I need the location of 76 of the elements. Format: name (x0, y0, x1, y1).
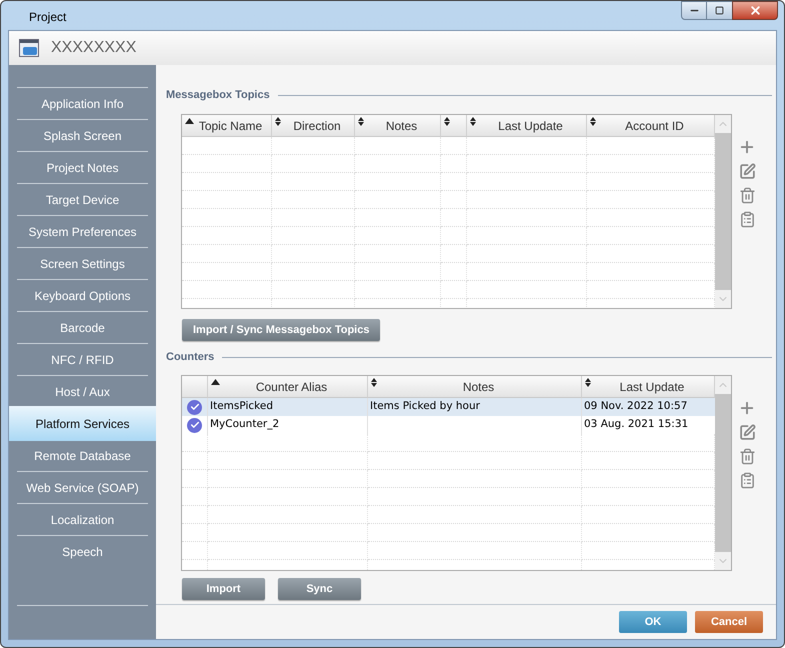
add-icon[interactable] (738, 138, 756, 156)
edit-icon[interactable] (738, 163, 756, 180)
empty-cell (441, 173, 467, 191)
column-header[interactable]: Notes (355, 115, 441, 137)
sidebar-item[interactable]: Speech (17, 536, 148, 567)
empty-cell (441, 245, 467, 263)
empty-cell (182, 488, 208, 506)
clipboard-icon[interactable] (738, 211, 756, 228)
clipboard-icon[interactable] (738, 472, 756, 490)
empty-cell (441, 227, 467, 245)
edit-icon[interactable] (738, 424, 756, 442)
check-icon (190, 420, 200, 430)
scrollbar-thumb[interactable] (715, 133, 731, 290)
empty-cell (441, 155, 467, 173)
column-header[interactable]: Last Update (467, 115, 587, 137)
column-header[interactable]: Topic Name (182, 115, 272, 137)
sidebar-item[interactable]: Screen Settings (17, 248, 148, 279)
empty-cell (441, 209, 467, 227)
table-cell-text: 03 Aug. 2021 15:31 (584, 417, 688, 432)
column-header[interactable]: Account ID (587, 115, 715, 137)
empty-cell (182, 452, 208, 470)
import-sync-button[interactable]: Import / Sync Messagebox Topics (182, 319, 380, 342)
sidebar-item[interactable]: Barcode (17, 312, 148, 343)
window-icon (19, 39, 39, 57)
empty-cell (182, 506, 208, 524)
checkbox[interactable] (187, 418, 202, 433)
header-title: XXXXXXXX (51, 38, 136, 58)
delete-icon[interactable] (738, 187, 756, 204)
sidebar-item[interactable]: Host / Aux (17, 376, 148, 407)
sidebar-item[interactable]: NFC / RFID (17, 344, 148, 375)
sidebar-item[interactable]: Web Service (SOAP) (17, 472, 148, 503)
sidebar-item[interactable]: Target Device (17, 184, 148, 215)
sidebar-item[interactable]: Platform Services (9, 406, 156, 441)
empty-cell (441, 263, 467, 281)
column-header[interactable]: Direction (272, 115, 355, 137)
table-cell-text: Items Picked by hour (370, 399, 480, 414)
empty-cell (182, 524, 208, 542)
scrollbar-thumb[interactable] (715, 394, 731, 552)
sidebar-item[interactable]: Application Info (17, 88, 148, 119)
sync-button[interactable]: Sync (278, 578, 361, 600)
empty-cell (441, 281, 467, 299)
check-icon (190, 402, 200, 412)
column-header[interactable]: Notes (368, 376, 582, 398)
sidebar-item[interactable]: Localization (17, 504, 148, 535)
cancel-button[interactable]: Cancel (695, 611, 763, 633)
empty-cell (182, 542, 208, 560)
table-cell-text: ItemsPicked (210, 399, 273, 414)
sidebar-item[interactable]: Project Notes (17, 152, 148, 183)
empty-cell (182, 434, 208, 452)
window-title: Project (29, 9, 66, 26)
sidebar-item[interactable]: Splash Screen (17, 120, 148, 151)
sidebar-item[interactable]: Remote Database (9, 440, 156, 471)
close-button[interactable] (732, 1, 778, 20)
table-cell-text: MyCounter_2 (210, 417, 280, 432)
column-header[interactable]: Counter Alias (208, 376, 368, 398)
import-button[interactable]: Import (182, 578, 265, 600)
empty-cell (182, 470, 208, 488)
minimize-button[interactable] (681, 1, 707, 20)
table-row[interactable]: ItemsPicked Items Picked by hour 09 Nov. 2022 10:57 (182, 398, 715, 416)
maximize-icon (715, 6, 724, 15)
column-header[interactable]: Last Update (582, 376, 715, 398)
close-icon (748, 4, 762, 17)
sidebar-item[interactable]: Keyboard Options (17, 280, 148, 311)
sidebar-item[interactable]: System Preferences (17, 216, 148, 247)
scrollbar[interactable] (715, 115, 731, 308)
column-header[interactable] (441, 115, 467, 137)
section-title: Messagebox Topics (166, 88, 270, 103)
ok-button[interactable]: OK (619, 611, 687, 633)
table-cell-text: 09 Nov. 2022 10:57 (584, 399, 688, 414)
checkbox[interactable] (187, 400, 202, 415)
delete-icon[interactable] (738, 448, 756, 466)
empty-cell (441, 191, 467, 209)
scrollbar[interactable] (715, 376, 731, 570)
section-title: Counters (166, 350, 214, 365)
empty-cell (441, 137, 467, 155)
maximize-button[interactable] (707, 1, 732, 20)
